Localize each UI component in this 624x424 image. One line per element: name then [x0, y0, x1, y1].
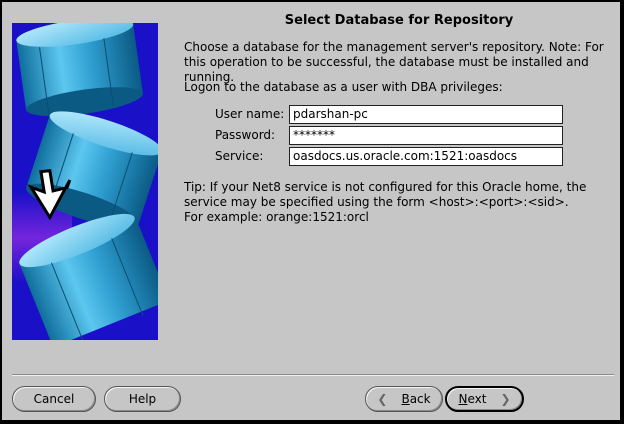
next-button-label: Next: [458, 392, 486, 406]
username-input[interactable]: pdarshan-pc: [289, 105, 563, 124]
database-cylinders-icon: [12, 23, 158, 340]
help-button[interactable]: Help: [104, 386, 181, 412]
back-label-rest: ack: [409, 392, 431, 406]
footer-divider: [12, 374, 614, 376]
wizard-window: Select Database for Repository Choose a …: [1, 1, 621, 421]
back-button[interactable]: ❮ Back: [365, 386, 443, 412]
back-mnemonic: B: [401, 392, 410, 406]
help-button-label: Help: [128, 392, 157, 406]
page-title: Select Database for Repository: [284, 13, 514, 28]
tip-line: Tip: If your Net8 service is not configu…: [184, 180, 587, 209]
tip-example: For example: orange:1521:orcl: [184, 210, 369, 224]
tip-text: Tip: If your Net8 service is not configu…: [184, 180, 614, 225]
chevron-left-icon: ❮: [377, 392, 388, 406]
cancel-button-label: Cancel: [33, 392, 75, 406]
username-label: User name:: [215, 107, 285, 121]
database-illustration: [12, 23, 158, 340]
chevron-right-icon: ❯: [500, 392, 511, 406]
service-input[interactable]: oasdocs.us.oracle.com:1521:oasdocs: [289, 147, 563, 166]
next-button[interactable]: Next ❯: [445, 386, 524, 412]
password-label: Password:: [215, 128, 276, 142]
cancel-button[interactable]: Cancel: [12, 386, 96, 412]
service-label: Service:: [215, 149, 264, 163]
back-button-label: Back: [401, 392, 430, 406]
intro-text: Choose a database for the management ser…: [184, 40, 604, 84]
next-label-rest: ext: [467, 392, 487, 406]
password-input[interactable]: *******: [289, 126, 563, 145]
logon-hint: Logon to the database as a user with DBA…: [184, 80, 503, 94]
